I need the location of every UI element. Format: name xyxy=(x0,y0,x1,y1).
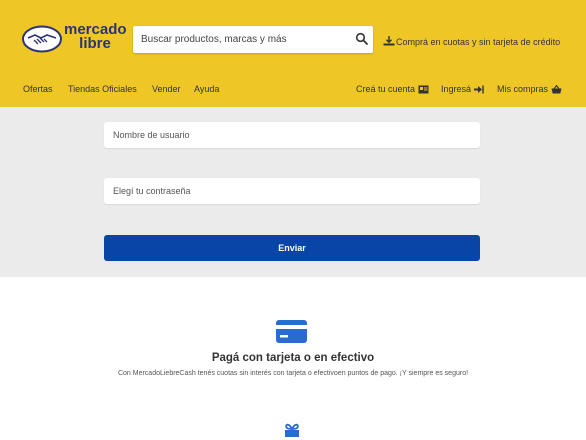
promo-label: Comprá en cuotas y sin tarjeta de crédit… xyxy=(396,37,561,47)
brand-logo[interactable]: mercado libre xyxy=(22,22,127,59)
credit-card-icon xyxy=(276,320,307,343)
site-header: mercado libre Comprá en cuotas y sin tar… xyxy=(0,0,586,107)
login-icon xyxy=(474,85,484,94)
nav-item-vender[interactable]: Vender xyxy=(152,84,181,94)
username-field xyxy=(104,122,480,148)
nav-item-ayuda[interactable]: Ayuda xyxy=(194,84,219,94)
search-bar xyxy=(133,26,373,53)
purchases-label: Mis compras xyxy=(497,84,549,94)
submit-button[interactable]: Enviar xyxy=(104,235,480,261)
nav-item-tiendas-oficiales[interactable]: Tiendas Oficiales xyxy=(68,84,137,94)
handshake-icon xyxy=(22,25,62,53)
search-input[interactable] xyxy=(133,26,345,53)
login-label: Ingresá xyxy=(441,84,472,94)
password-input[interactable] xyxy=(104,178,480,204)
brand-line-2: libre xyxy=(79,35,111,52)
feature-title: Pagá con tarjeta o en efectivo xyxy=(211,352,375,364)
password-field xyxy=(104,178,480,204)
create-account-label: Creá tu cuenta xyxy=(356,84,416,94)
brand-wordmark: mercado libre xyxy=(64,22,127,52)
id-card-icon xyxy=(418,85,429,94)
create-account-link[interactable]: Creá tu cuenta xyxy=(356,84,429,94)
purchases-link[interactable]: Mis compras xyxy=(497,84,562,94)
login-link[interactable]: Ingresá xyxy=(441,84,484,94)
basket-icon xyxy=(551,85,562,94)
login-form: Enviar xyxy=(0,107,586,277)
username-input[interactable] xyxy=(104,122,480,148)
promo-link[interactable]: Comprá en cuotas y sin tarjeta de crédit… xyxy=(383,36,560,47)
download-icon xyxy=(383,36,395,46)
nav-item-ofertas[interactable]: Ofertas xyxy=(23,84,53,94)
feature-description: Con MercadoLiebreCash tenés cuotas sin i… xyxy=(117,370,469,377)
search-icon[interactable] xyxy=(355,32,369,46)
gift-icon xyxy=(285,423,299,437)
